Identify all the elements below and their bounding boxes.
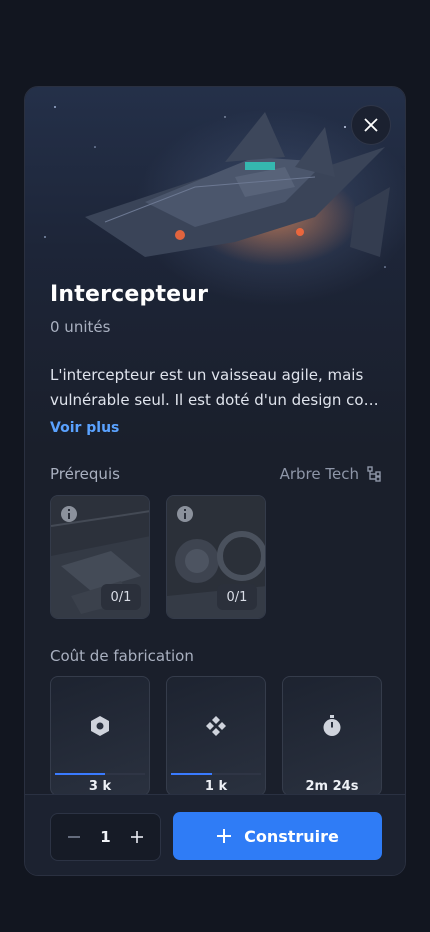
prerequisite-card[interactable]: 0/1: [166, 495, 266, 619]
unit-detail-modal: Intercepteur 0 unités L'intercepteur est…: [24, 86, 406, 876]
decrease-button[interactable]: [63, 826, 85, 848]
prerequisite-card[interactable]: 0/1: [50, 495, 150, 619]
cost-item: 2m 24s: [282, 676, 382, 796]
unit-title: Intercepteur: [50, 282, 209, 307]
tech-tree-icon: [367, 466, 381, 482]
quantity-value[interactable]: 1: [100, 828, 110, 846]
close-icon: [364, 118, 378, 132]
plus-icon: [131, 831, 143, 843]
cost-progress-bar: [171, 773, 261, 775]
build-label: Construire: [244, 826, 339, 846]
description-line: vulnérable seul. Il est doté d'un design…: [50, 391, 379, 409]
cost-progress-bar: [55, 773, 145, 775]
interceptor-ship-illustration: [85, 112, 390, 257]
unit-description: L'intercepteur est un vaisseau agile, ma…: [50, 363, 390, 413]
see-more-link[interactable]: Voir plus: [50, 420, 119, 436]
cost-value: 1 k: [204, 779, 228, 794]
cost-value: 3 k: [88, 779, 112, 794]
hexagon-resource-icon: [91, 716, 109, 736]
unit-count: 0 unités: [50, 318, 111, 336]
quantity-stepper: 1: [50, 813, 161, 861]
plus-icon: [217, 829, 232, 843]
info-icon[interactable]: [61, 506, 77, 522]
close-button[interactable]: [351, 105, 391, 145]
info-icon[interactable]: [177, 506, 193, 522]
build-footer: 1 Construire: [25, 794, 405, 875]
crafting-cost-label: Coût de fabrication: [50, 647, 194, 665]
timer-icon: [323, 715, 341, 736]
tech-tree-label: Arbre Tech: [279, 465, 359, 483]
cost-value: 2m 24s: [305, 779, 359, 794]
prerequisite-count: 0/1: [217, 584, 257, 610]
build-button[interactable]: Construire: [173, 812, 382, 860]
minus-icon: [68, 836, 80, 838]
cost-item: 3 k: [50, 676, 150, 796]
description-line: L'intercepteur est un vaisseau agile, ma…: [50, 366, 364, 384]
prerequisites-label: Prérequis: [50, 465, 120, 483]
crystal-resource-icon: [206, 716, 226, 736]
prerequisite-count: 0/1: [101, 584, 141, 610]
increase-button[interactable]: [126, 826, 148, 848]
cost-item: 1 k: [166, 676, 266, 796]
tech-tree-link[interactable]: Arbre Tech: [280, 465, 381, 483]
